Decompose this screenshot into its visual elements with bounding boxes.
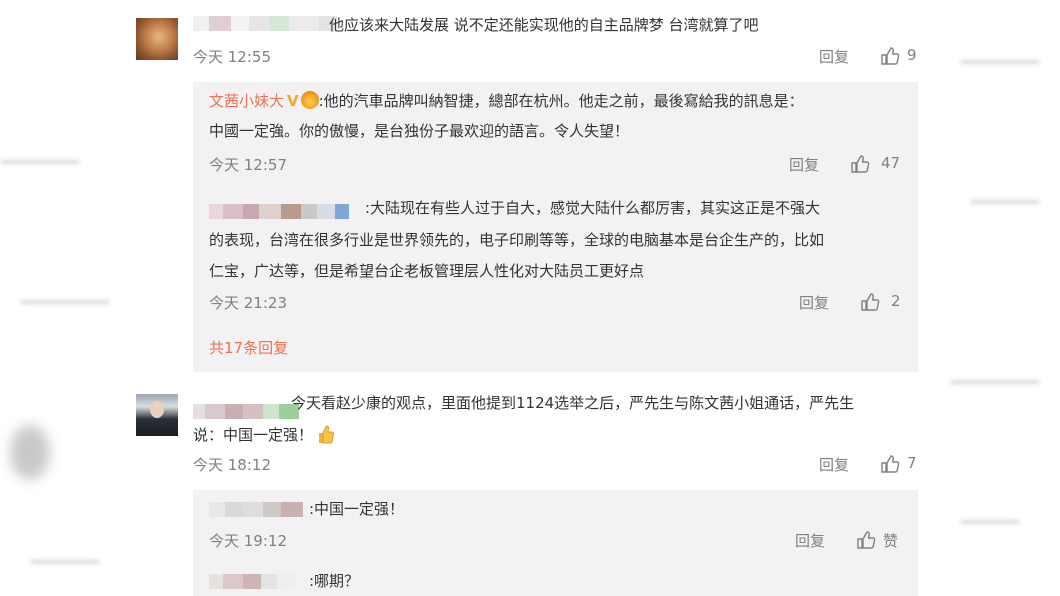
- more-replies-link[interactable]: 共17条回复: [209, 333, 288, 363]
- reply-line: 的表现，台湾在很多行业是世界领先的，电子印刷等等，全球的电脑基本是台企生产的，比…: [209, 231, 825, 249]
- comment-time: 今天 12:55: [193, 48, 271, 66]
- reply-time: 今天 12:57: [209, 156, 287, 174]
- verified-v-icon: V: [287, 92, 299, 110]
- reply-time: 今天 21:23: [209, 294, 287, 312]
- background-blur: [970, 200, 1040, 204]
- like-count: 7: [907, 454, 917, 472]
- like-icon[interactable]: [860, 292, 880, 312]
- background-blur: [960, 520, 1020, 524]
- reply-line: :大陆现在有些人过于自大，感觉大陆什么都厉害，其实这正是不强大: [365, 199, 821, 217]
- commenter-avatar[interactable]: [136, 18, 178, 60]
- reply-author[interactable]: 文茜小妹大: [209, 92, 284, 110]
- like-icon[interactable]: [880, 454, 900, 474]
- comment-panel: 他应该来大陆发展 说不定还能实现他的自主品牌梦 台湾就算了吧 今天 12:55 …: [133, 0, 925, 596]
- reply-button[interactable]: 回复: [819, 454, 849, 475]
- reply-button[interactable]: 回复: [819, 46, 849, 67]
- background-blur: [960, 60, 1040, 64]
- reply-time: 今天 19:12: [209, 532, 287, 550]
- background-blur: [20, 300, 110, 304]
- background-blur: [30, 560, 100, 564]
- commenter-name-blurred[interactable]: [193, 16, 337, 31]
- background-blur: [950, 380, 1040, 384]
- reply-button[interactable]: 回复: [795, 530, 825, 551]
- like-label[interactable]: 赞: [883, 530, 898, 551]
- reply-text: :中国一定强！: [309, 500, 405, 518]
- like-icon[interactable]: [850, 154, 870, 174]
- comment-line: 说：中国一定强！: [193, 426, 314, 444]
- commenter-avatar[interactable]: [136, 394, 178, 436]
- reply-line: :他的汽車品牌叫納智捷，總部在杭州。他走之前，最後寫給我的訊息是：: [318, 92, 804, 110]
- background-blur: [0, 160, 80, 164]
- comment-line: 今天看赵少康的观点，里面他提到1124选举之后，严先生与陈文茜小姐通话，严先生: [291, 394, 855, 412]
- comment-text: 他应该来大陆发展 说不定还能实现他的自主品牌梦 台湾就算了吧: [329, 16, 759, 34]
- thumbs-up-emoji-icon: [319, 425, 335, 444]
- like-icon[interactable]: [856, 530, 876, 550]
- comment-time: 今天 18:12: [193, 456, 271, 474]
- reply-author-blurred[interactable]: [209, 204, 349, 219]
- reply-text: 文茜小妹大 V :他的汽車品牌叫納智捷，總部在杭州。他走之前，最後寫給我的訊息是：: [209, 86, 804, 116]
- like-icon[interactable]: [880, 46, 900, 66]
- reply-line: 中國一定強。你的傲慢，是台独份子最欢迎的語言。令人失望！: [209, 122, 630, 140]
- fire-emoji-icon: [300, 91, 319, 109]
- reply-button[interactable]: 回复: [799, 292, 829, 313]
- background-blur: [10, 425, 50, 480]
- like-count: 2: [891, 292, 901, 310]
- commenter-name-blurred[interactable]: [193, 404, 299, 419]
- reply-author-blurred[interactable]: [209, 502, 303, 517]
- reply-text: :哪期？: [309, 572, 360, 590]
- like-count: 47: [881, 154, 901, 172]
- reply-button[interactable]: 回复: [789, 154, 819, 175]
- reply-author-blurred[interactable]: [209, 574, 295, 589]
- like-count: 9: [907, 46, 917, 64]
- comment-text: 说：中国一定强！: [193, 420, 335, 450]
- reply-line: 仁宝，广达等，但是希望台企老板管理层人性化对大陆员工更好点: [209, 262, 645, 280]
